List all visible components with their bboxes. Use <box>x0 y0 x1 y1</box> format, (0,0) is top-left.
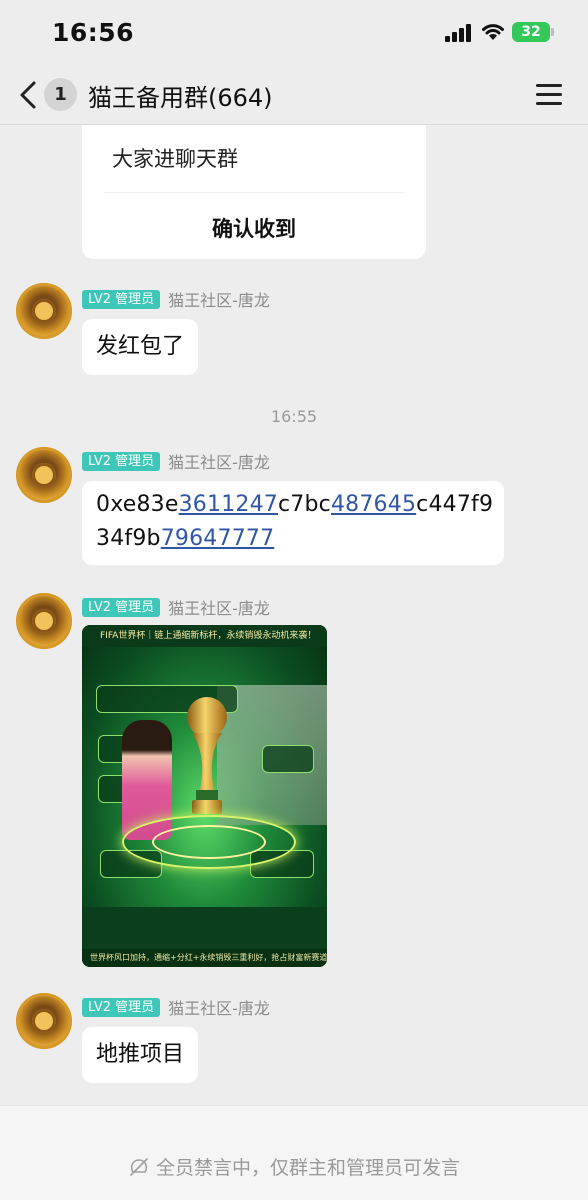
chat-header: 1 猫王备用群(664) <box>0 66 588 125</box>
status-bar: 16:56 32 <box>0 0 588 66</box>
hash-text: 0xe83e <box>96 492 179 517</box>
level-badge: LV2 管理员 <box>82 597 161 617</box>
wifi-icon <box>482 24 504 40</box>
avatar[interactable] <box>16 283 72 339</box>
cellular-signal-icon <box>445 24 473 42</box>
message-text: 发红包了 <box>96 334 185 359</box>
poster-headline: FIFA世界杯｜链上通缩新标杆，永续销毁永动机来袭！ <box>82 625 327 647</box>
unread-count-badge[interactable]: 1 <box>44 78 77 111</box>
hash-text: c7bc <box>278 492 331 517</box>
poster-ring <box>152 825 266 859</box>
muted-footer: 全员禁言中，仅群主和管理员可发言 <box>0 1105 588 1200</box>
message-bubble[interactable]: 地推项目 <box>82 1027 199 1083</box>
hash-link[interactable]: 79647777 <box>161 526 275 551</box>
status-time: 16:56 <box>52 18 135 47</box>
hash-text: 34f9b <box>96 526 161 551</box>
battery-icon: 32 <box>512 22 550 42</box>
back-chevron-icon[interactable] <box>14 78 44 112</box>
hash-text: c447f9 <box>416 492 494 517</box>
poster-panel <box>262 745 314 773</box>
message-meta: LV2 管理员 猫王社区-唐龙 <box>82 449 270 472</box>
avatar[interactable] <box>16 593 72 649</box>
battery-tip <box>551 28 554 36</box>
message-list[interactable]: 大家进聊天群 确认收到 LV2 管理员 猫王社区-唐龙 发红包了 16:55 LV… <box>0 125 588 1105</box>
mute-notice: 全员禁言中，仅群主和管理员可发言 <box>0 1153 588 1180</box>
hash-link[interactable]: 487645 <box>331 492 416 517</box>
menu-icon[interactable] <box>536 83 562 105</box>
mute-icon <box>130 1158 148 1176</box>
level-badge: LV2 管理员 <box>82 451 161 471</box>
message-meta: LV2 管理员 猫王社区-唐龙 <box>82 995 270 1018</box>
sender-name: 猫王社区-唐龙 <box>168 453 270 472</box>
sender-name: 猫王社区-唐龙 <box>168 999 270 1018</box>
chat-title: 猫王备用群(664) <box>88 84 273 112</box>
hash-link[interactable]: 3611247 <box>179 492 278 517</box>
message-text: 地推项目 <box>96 1042 185 1067</box>
divider <box>104 192 404 193</box>
message-meta: LV2 管理员 猫王社区-唐龙 <box>82 287 270 310</box>
poster-footer-text: 世界杯风口加持，通缩+分红+永续销毁三重利好，抢占财富新赛道 <box>82 949 327 967</box>
notice-card-text: 大家进聊天群 <box>112 147 238 171</box>
message-bubble[interactable]: 发红包了 <box>82 319 199 375</box>
avatar[interactable] <box>16 993 72 1049</box>
timestamp: 16:55 <box>270 407 318 426</box>
notice-card: 大家进聊天群 确认收到 <box>82 125 426 259</box>
poster-image[interactable]: FIFA世界杯｜链上通缩新标杆，永续销毁永动机来袭！ 世界杯风口加持，通缩+分红… <box>82 625 327 967</box>
sender-name: 猫王社区-唐龙 <box>168 291 270 310</box>
message-meta: LV2 管理员 猫王社区-唐龙 <box>82 595 270 618</box>
message-bubble[interactable]: 0xe83e3611247c7bc487645c447f9 34f9b796477… <box>82 481 504 565</box>
battery-level: 32 <box>521 24 541 40</box>
level-badge: LV2 管理员 <box>82 997 161 1017</box>
confirm-received-button[interactable]: 确认收到 <box>82 213 426 243</box>
mute-notice-text: 全员禁言中，仅群主和管理员可发言 <box>155 1157 460 1179</box>
avatar[interactable] <box>16 447 72 503</box>
level-badge: LV2 管理员 <box>82 289 161 309</box>
sender-name: 猫王社区-唐龙 <box>168 599 270 618</box>
